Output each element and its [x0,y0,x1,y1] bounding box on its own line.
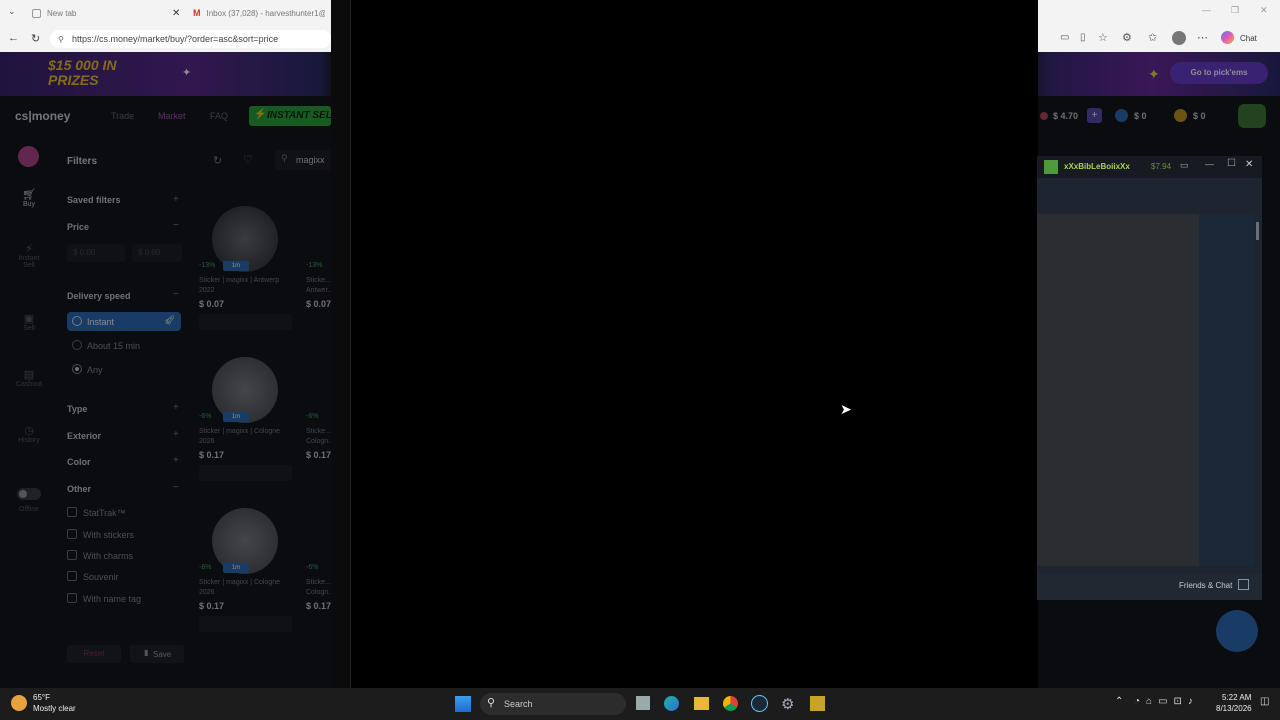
reader-icon[interactable]: ▭ [1060,32,1069,43]
split-icon[interactable]: ▯ [1080,32,1086,43]
settings-icon[interactable]: ⚙ [781,695,794,713]
windows-start-icon[interactable] [455,696,471,712]
tray-icons[interactable]: ◔⌂▭⊡♪ [1134,696,1199,707]
page-icon [32,8,41,18]
extensions-icon[interactable]: ⚙ [1122,31,1132,44]
weather-desc[interactable]: Mostly clear [33,704,76,713]
copilot-icon[interactable] [1221,31,1234,44]
steam-content [1037,214,1199,566]
file-explorer-icon[interactable] [694,697,709,710]
blank-window[interactable]: ➤ [331,0,1038,688]
close-window-icon[interactable]: ✕ [1260,5,1268,16]
address-bar[interactable]: ⚲ https://cs.money/market/buy/?order=asc… [50,30,331,48]
window-edge [331,0,351,688]
url-text: https://cs.money/market/buy/?order=asc&s… [72,34,279,44]
steam-sidebar [1199,214,1254,566]
close-icon[interactable]: ✕ [172,8,180,19]
minimize-icon[interactable]: — [1202,5,1211,15]
site-info-icon[interactable]: ⚲ [58,35,64,44]
steam-user-name[interactable]: xXxBibLeBoiixXx [1064,162,1130,171]
favorite-star-icon[interactable]: ☆ [1098,31,1108,44]
weather-temp[interactable]: 65°F [33,693,50,702]
friends-chat-label[interactable]: Friends & Chat [1179,581,1232,590]
edge-icon[interactable] [664,696,679,711]
close-icon[interactable]: ✕ [1245,159,1253,170]
maximize-icon[interactable]: ☐ [1227,158,1236,169]
avatar[interactable] [1172,31,1186,45]
tab-list-chevron-icon[interactable]: ⌄ [8,6,16,17]
search-placeholder: Search [504,699,533,709]
chrome-icon[interactable] [723,696,738,711]
taskbar-search[interactable]: ⚲ Search [480,693,626,715]
taskbar: 65°F Mostly clear ⚲ Search ⚙ ⌃ ◔⌂▭⊡♪ 5:2… [0,688,1280,720]
steam-titlebar: xXxBibLeBoiixXx $7.94 ▭ — ☐ ✕ [1037,156,1262,178]
clock-time[interactable]: 5:22 AM [1222,693,1251,702]
back-icon[interactable]: ← [8,32,19,44]
chat-icon[interactable] [1238,579,1249,590]
monitor-icon[interactable]: ▭ [1180,160,1189,171]
steam-user-avatar [1044,160,1058,174]
gmail-icon: M [193,8,201,18]
steam-window[interactable]: xXxBibLeBoiixXx $7.94 ▭ — ☐ ✕ Friends & … [1037,156,1262,589]
reload-icon[interactable]: ↻ [31,32,40,45]
task-view-icon[interactable] [636,696,650,710]
more-icon[interactable]: ⋯ [1197,31,1208,44]
mouse-cursor-icon: ➤ [840,401,852,417]
tray-chevron-icon[interactable]: ⌃ [1115,696,1123,707]
steam-icon[interactable] [751,695,768,712]
tab-label: Inbox (37,028) - harvesthunter1@... [206,8,325,18]
favorites-icon[interactable]: ✩ [1148,31,1157,44]
search-icon: ⚲ [487,697,496,709]
tab-new-tab[interactable]: New tab ✕ [32,4,180,22]
minimize-icon[interactable]: — [1205,159,1214,169]
tab-inbox[interactable]: M Inbox (37,028) - harvesthunter1@... [193,4,333,22]
steam-balance: $7.94 [1151,162,1172,171]
clock-date[interactable]: 8/13/2026 [1216,704,1252,713]
weather-icon [11,695,27,711]
app-icon[interactable] [810,696,825,711]
steam-footer: Friends & Chat [1037,574,1262,600]
restore-icon[interactable]: ❐ [1231,5,1239,16]
notification-icon[interactable]: ◫ [1260,696,1269,707]
chat-button[interactable]: Chat [1240,34,1257,43]
scrollbar[interactable] [1256,222,1259,240]
tab-label: New tab [47,8,77,18]
